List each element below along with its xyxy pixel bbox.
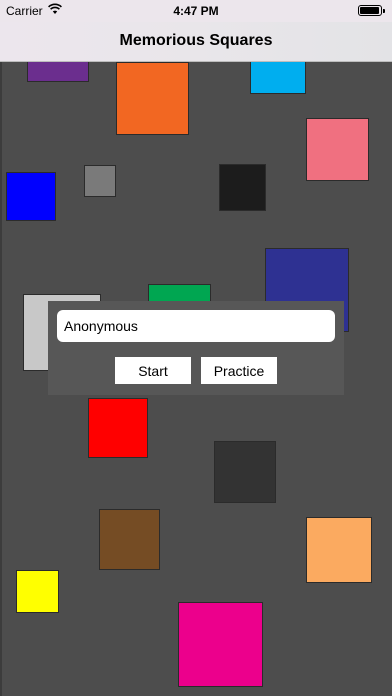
square-pink[interactable] (306, 118, 369, 181)
square-peach[interactable] (306, 517, 372, 583)
square-magenta[interactable] (178, 602, 263, 687)
battery-icon (358, 5, 385, 16)
square-yellow[interactable] (16, 570, 59, 613)
square-blue[interactable] (6, 172, 56, 221)
square-orange[interactable] (116, 62, 189, 135)
player-name-input[interactable] (57, 310, 335, 342)
square-brown[interactable] (99, 509, 160, 570)
start-dialog: Start Practice (48, 301, 344, 395)
page-title: Memorious Squares (119, 32, 273, 49)
practice-button[interactable]: Practice (201, 357, 277, 384)
square-gray[interactable] (84, 165, 116, 197)
start-button[interactable]: Start (115, 357, 191, 384)
navigation-bar: Memorious Squares (0, 22, 392, 62)
status-bar: Carrier 4:47 PM (0, 0, 392, 22)
clock: 4:47 PM (173, 4, 219, 18)
square-red[interactable] (88, 398, 148, 458)
square-dark-gray[interactable] (214, 441, 276, 503)
board-left-edge (0, 62, 2, 696)
battery-fill (360, 7, 379, 14)
square-black[interactable] (219, 164, 266, 211)
battery-nub (383, 9, 385, 13)
